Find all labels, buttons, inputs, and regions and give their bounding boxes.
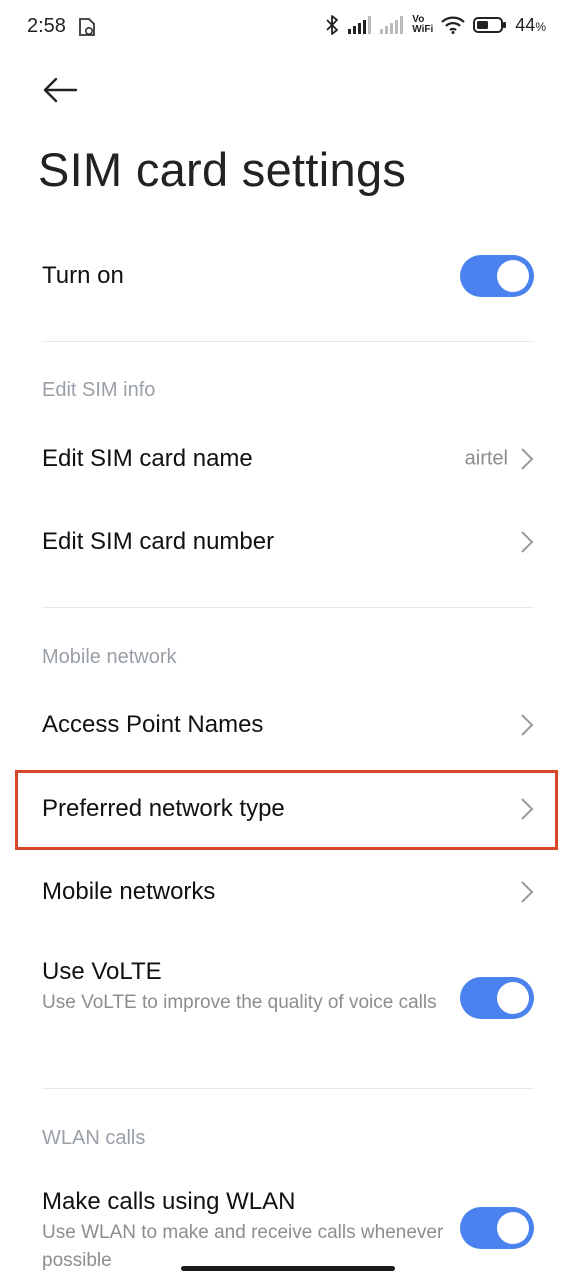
mobile-networks-row[interactable]: Mobile networks — [0, 850, 576, 934]
chevron-right-icon — [521, 531, 534, 553]
status-bar: 2:58 Vo WiFi 44% — [0, 0, 576, 56]
make-calls-using-wlan-toggle[interactable] — [460, 1207, 534, 1249]
wifi-label: WiFi — [412, 24, 434, 35]
edit-sim-card-name-row[interactable]: Edit SIM card name airtel — [0, 417, 576, 501]
preferred-network-type-row[interactable]: Preferred network type — [0, 767, 576, 851]
edit-sim-card-number-label: Edit SIM card number — [42, 528, 275, 555]
screen-record-icon — [78, 17, 96, 42]
wifi-icon — [441, 16, 466, 34]
use-volte-description: Use VoLTE to improve the quality of voic… — [42, 992, 437, 1013]
turn-on-row[interactable]: Turn on — [0, 234, 576, 318]
toggle-knob — [497, 982, 529, 1014]
chevron-right-icon — [521, 881, 534, 903]
battery-percent-unit: % — [535, 19, 546, 34]
edit-sim-card-number-row[interactable]: Edit SIM card number — [0, 500, 576, 584]
section-header-edit-sim-info: Edit SIM info — [42, 379, 156, 401]
section-header-wlan-calls: WLAN calls — [42, 1127, 146, 1149]
chevron-right-icon — [521, 448, 534, 470]
bluetooth-icon — [324, 14, 340, 36]
toggle-knob — [497, 1212, 529, 1244]
battery-percent-value: 44 — [515, 14, 536, 35]
divider — [42, 607, 534, 608]
toggle-knob — [497, 260, 529, 292]
back-arrow-icon — [43, 77, 78, 103]
preferred-network-type-label: Preferred network type — [42, 795, 285, 822]
page-title: SIM card settings — [38, 143, 407, 196]
signal-icon — [380, 16, 404, 34]
turn-on-toggle[interactable] — [460, 255, 534, 297]
status-icons: Vo WiFi 44% — [324, 14, 546, 36]
section-header-mobile-network: Mobile network — [42, 646, 177, 668]
make-calls-using-wlan-label: Make calls using WLAN — [42, 1188, 296, 1215]
edit-sim-card-name-label: Edit SIM card name — [42, 445, 253, 472]
divider — [42, 1088, 534, 1089]
make-calls-using-wlan-row[interactable]: Make calls using WLAN Use WLAN to make a… — [0, 1178, 576, 1278]
vowifi-icon: Vo WiFi — [412, 15, 433, 35]
divider — [42, 341, 534, 342]
use-volte-toggle[interactable] — [460, 977, 534, 1019]
battery-percent: 44% — [515, 15, 546, 36]
status-time: 2:58 — [27, 15, 66, 37]
turn-on-label: Turn on — [42, 262, 124, 289]
access-point-names-row[interactable]: Access Point Names — [0, 683, 576, 767]
use-volte-label: Use VoLTE — [42, 958, 162, 985]
chevron-right-icon — [521, 714, 534, 736]
back-button[interactable] — [38, 70, 82, 110]
sim-card-name-value: airtel — [464, 447, 508, 470]
battery-icon — [473, 16, 507, 34]
signal-icon — [348, 16, 372, 34]
chevron-right-icon — [521, 798, 534, 820]
mobile-networks-label: Mobile networks — [42, 878, 216, 905]
access-point-names-label: Access Point Names — [42, 711, 264, 738]
home-indicator[interactable] — [181, 1266, 395, 1271]
use-volte-row[interactable]: Use VoLTE Use VoLTE to improve the quali… — [0, 948, 576, 1048]
